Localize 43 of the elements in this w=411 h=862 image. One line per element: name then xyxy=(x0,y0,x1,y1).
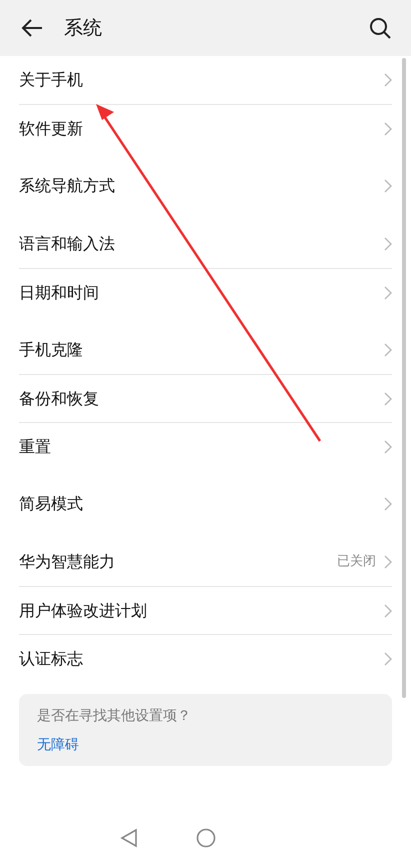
settings-row[interactable]: 关于手机 xyxy=(19,56,392,104)
settings-row[interactable]: 日期和时间 xyxy=(19,268,392,316)
settings-row[interactable]: 重置 xyxy=(19,422,392,470)
settings-row[interactable]: 备份和恢复 xyxy=(19,374,392,422)
back-icon[interactable] xyxy=(20,18,44,38)
chevron-icon xyxy=(384,652,392,666)
row-label: 关于手机 xyxy=(19,69,83,91)
settings-row[interactable]: 华为智慧能力 已关闭 xyxy=(19,538,392,586)
home-nav-icon[interactable] xyxy=(196,828,216,848)
chevron-icon xyxy=(384,73,392,87)
back-nav-icon[interactable] xyxy=(120,828,138,848)
suggestion-question: 是否在寻找其他设置项？ xyxy=(37,707,192,726)
chevron-icon xyxy=(384,440,392,454)
chevron-icon xyxy=(384,497,392,511)
settings-row[interactable]: 简易模式 xyxy=(19,480,392,528)
row-label: 软件更新 xyxy=(19,118,83,140)
row-label: 重置 xyxy=(19,436,51,458)
row-label: 用户体验改进计划 xyxy=(19,600,147,622)
chevron-icon xyxy=(384,179,392,193)
row-label: 手机克隆 xyxy=(19,339,83,361)
settings-row[interactable]: 系统导航方式 xyxy=(19,162,392,210)
accessibility-link[interactable]: 无障碍 xyxy=(37,735,374,756)
chevron-icon xyxy=(384,122,392,136)
row-label: 认证标志 xyxy=(19,648,83,670)
row-label: 简易模式 xyxy=(19,493,83,515)
settings-row[interactable]: 语言和输入法 xyxy=(19,220,392,268)
row-label: 华为智慧能力 xyxy=(19,551,115,573)
chevron-icon xyxy=(384,286,392,300)
row-label: 日期和时间 xyxy=(19,282,99,304)
page-title: 系统 xyxy=(64,16,102,41)
row-label: 备份和恢复 xyxy=(19,388,99,410)
settings-row[interactable]: 用户体验改进计划 xyxy=(19,586,392,634)
chevron-icon xyxy=(384,555,392,569)
chevron-icon xyxy=(384,343,392,357)
row-label: 语言和输入法 xyxy=(19,233,115,255)
chevron-icon xyxy=(384,604,392,618)
chevron-icon xyxy=(384,392,392,406)
row-value: 已关闭 xyxy=(337,553,376,572)
settings-row[interactable]: 手机克隆 xyxy=(19,326,392,374)
chevron-icon xyxy=(384,237,392,251)
search-icon[interactable] xyxy=(369,17,391,39)
row-label: 系统导航方式 xyxy=(19,175,115,197)
settings-row[interactable]: 认证标志 xyxy=(19,634,392,682)
